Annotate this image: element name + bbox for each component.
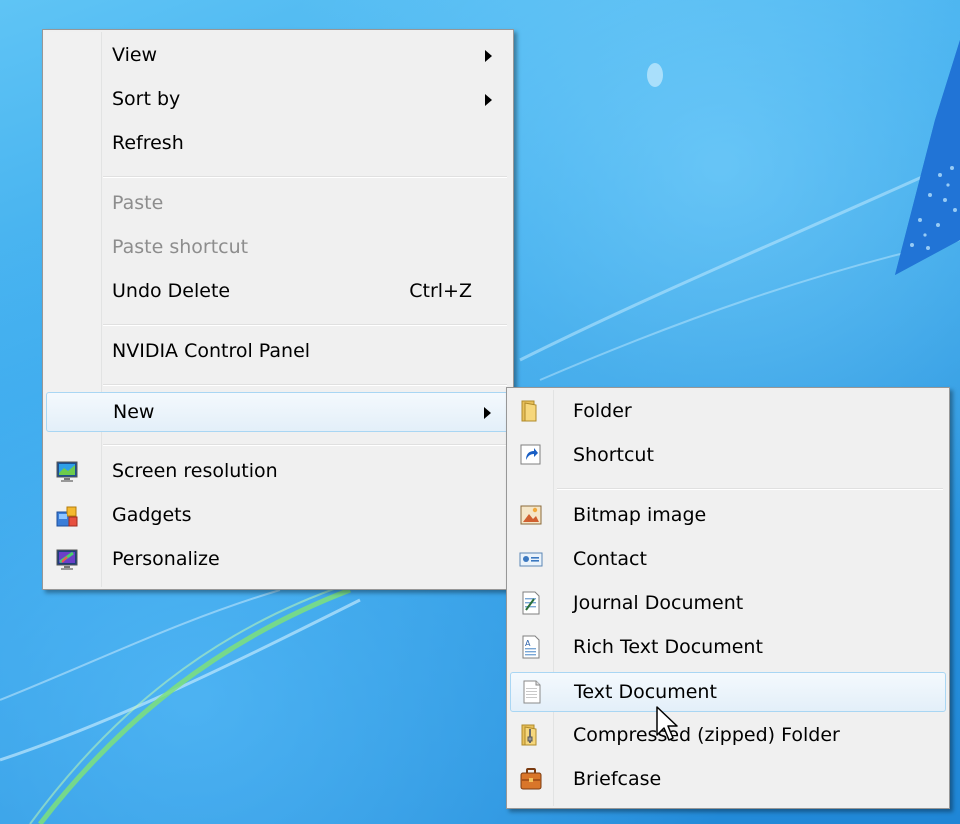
menu-item-personalize[interactable]: Personalize [46,540,510,580]
submenu-item-shortcut[interactable]: Shortcut [510,436,946,476]
gadgets-icon [56,506,78,527]
menu-item-screen-resolution[interactable]: Screen resolution [46,452,510,492]
menu-item-nvidia-control-panel[interactable]: NVIDIA Control Panel [46,332,510,372]
menu-item-label: New [113,401,155,423]
menu-separator [103,444,507,446]
desktop-context-menu: View Sort by Refresh Paste Paste shortcu… [42,29,514,590]
menu-item-sort-by[interactable]: Sort by [46,80,510,120]
submenu-item-compressed-folder[interactable]: Compressed (zipped) Folder [510,716,946,756]
submenu-item-rich-text-document[interactable]: A Rich Text Document [510,628,946,668]
submenu-item-label: Text Document [574,681,717,703]
submenu-item-label: Journal Document [573,592,744,614]
mouse-cursor-icon [656,706,678,741]
submenu-item-label: Bitmap image [573,504,707,526]
menu-item-label: Personalize [112,548,220,570]
zip-folder-icon [521,724,537,746]
submenu-item-contact[interactable]: Contact [510,540,946,580]
menu-item-label: Undo Delete [112,280,231,302]
screen-resolution-icon [56,461,78,482]
shortcut-text: Ctrl+Z [409,280,472,302]
submenu-item-journal-document[interactable]: Journal Document [510,584,946,624]
briefcase-icon [520,768,542,790]
menu-item-refresh[interactable]: Refresh [46,124,510,164]
menu-item-label: Sort by [112,88,181,110]
submenu-item-label: Folder [573,400,632,422]
menu-separator [103,384,507,386]
journal-icon [522,591,540,615]
menu-item-gadgets[interactable]: Gadgets [46,496,510,536]
svg-text:A: A [525,639,531,648]
submenu-item-label: Shortcut [573,444,654,466]
menu-item-label: NVIDIA Control Panel [112,340,311,362]
shortcut-icon [520,444,541,465]
menu-item-label: Refresh [112,132,184,154]
menu-item-label: View [112,44,158,66]
menu-item-label: Gadgets [112,504,192,526]
submenu-item-label: Contact [573,548,647,570]
submenu-arrow-icon [484,407,491,419]
bitmap-icon [520,505,542,525]
submenu-item-text-document[interactable]: Text Document [510,672,946,712]
folder-icon [521,400,537,422]
rich-text-icon: A [522,635,540,659]
submenu-item-label: Rich Text Document [573,636,763,658]
submenu-item-briefcase[interactable]: Briefcase [510,760,946,800]
menu-item-label: Paste shortcut [112,236,249,258]
menu-separator [557,488,943,490]
menu-separator [103,324,507,326]
menu-item-view[interactable]: View [46,36,510,76]
menu-item-paste[interactable]: Paste [46,184,510,224]
text-document-icon [523,680,541,704]
personalize-icon [56,549,78,570]
submenu-arrow-icon [485,50,492,62]
menu-item-undo-delete[interactable]: Undo Delete Ctrl+Z [46,272,510,312]
new-submenu: Folder Shortcut Bitmap image Contact Jou… [506,387,950,809]
menu-item-label: Screen resolution [112,460,278,482]
submenu-item-bitmap-image[interactable]: Bitmap image [510,496,946,536]
desktop[interactable]: View Sort by Refresh Paste Paste shortcu… [0,0,960,824]
menu-separator [103,176,507,178]
menu-item-new[interactable]: New [46,392,510,432]
contact-icon [519,552,543,567]
submenu-arrow-icon [485,94,492,106]
menu-item-label: Paste [112,192,164,214]
menu-item-paste-shortcut[interactable]: Paste shortcut [46,228,510,268]
submenu-item-folder[interactable]: Folder [510,392,946,432]
submenu-item-label: Briefcase [573,768,662,790]
submenu-item-label: Compressed (zipped) Folder [573,724,840,746]
